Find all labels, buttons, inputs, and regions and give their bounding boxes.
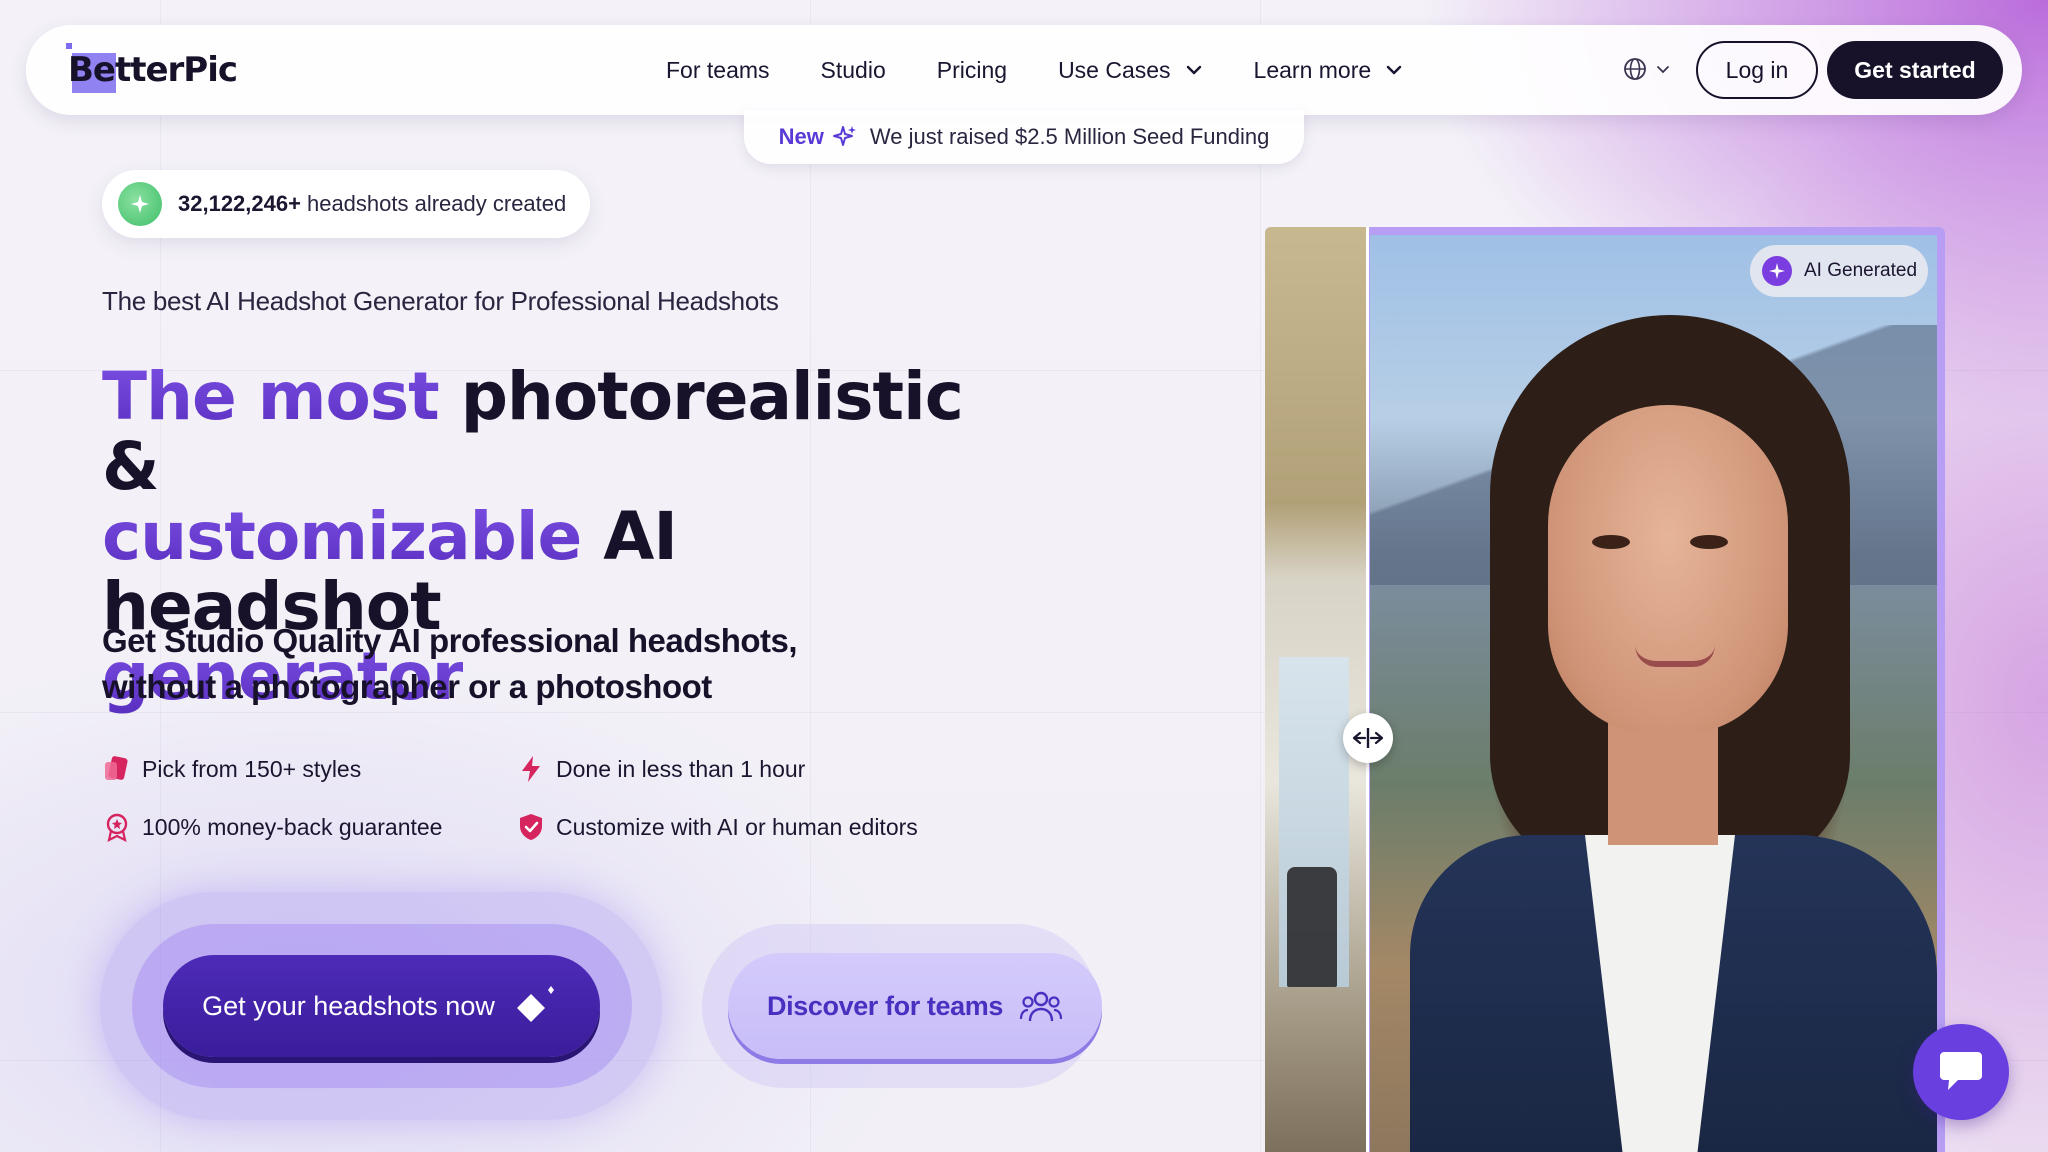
hero-lead-line-2: without a photographer or a photoshoot <box>102 668 712 705</box>
feature-label: Pick from 150+ styles <box>142 755 362 782</box>
hero-lead-line-1: Get Studio Quality AI professional heads… <box>102 622 798 659</box>
chevron-down-icon <box>1186 65 1201 75</box>
headline-accent-2: customizable <box>102 498 582 575</box>
nav-link-use-cases[interactable]: Use Cases <box>1058 57 1202 84</box>
discover-teams-button[interactable]: Discover for teams <box>728 953 1102 1059</box>
office-chair <box>1287 867 1337 987</box>
lightning-icon <box>516 754 546 784</box>
feature-item: 100% money-back guarantee <box>102 812 442 842</box>
before-photo <box>1265 227 1368 1152</box>
mouth-shape <box>1635 645 1715 667</box>
feature-item: Done in less than 1 hour <box>516 754 805 784</box>
comparison-divider[interactable] <box>1366 227 1369 1152</box>
eye-shape <box>1592 535 1630 549</box>
get-headshots-button[interactable]: Get your headshots now <box>163 955 600 1057</box>
language-selector[interactable] <box>1623 57 1671 81</box>
logo[interactable]: BetterPic <box>58 41 238 99</box>
feature-label: 100% money-back guarantee <box>142 813 443 840</box>
styles-icon <box>102 754 132 784</box>
get-headshots-label: Get your headshots now <box>202 990 495 1021</box>
ai-generated-label: AI Generated <box>1804 260 1918 281</box>
sparkle-icon <box>1762 256 1792 286</box>
nav-link-studio[interactable]: Studio <box>821 57 886 84</box>
headline-accent-1: The most <box>102 358 440 435</box>
feature-item: Customize with AI or human editors <box>516 812 918 842</box>
award-icon <box>102 812 132 842</box>
top-navbar: BetterPic For teams Studio Pricing Use C… <box>26 25 2022 115</box>
face-shape <box>1548 405 1788 735</box>
login-button[interactable]: Log in <box>1696 41 1818 99</box>
nav-link-learn-more[interactable]: Learn more <box>1254 57 1404 84</box>
chat-bubble-icon <box>1940 1052 1982 1090</box>
get-started-button[interactable]: Get started <box>1827 41 2003 99</box>
headshot-counter: 32,122,246+ headshots already created <box>102 170 590 238</box>
logo-text: BetterPic <box>68 50 238 90</box>
feature-label: Done in less than 1 hour <box>556 755 806 782</box>
comparison-slider-handle[interactable] <box>1343 713 1393 763</box>
feature-label: Customize with AI or human editors <box>556 813 918 840</box>
nav-link-learn-more-label: Learn more <box>1253 56 1372 83</box>
headshot-count: 32,122,246+ <box>178 191 301 216</box>
chevron-down-icon <box>1386 65 1402 75</box>
eye-shape <box>1690 535 1728 549</box>
feature-item: Pick from 150+ styles <box>102 754 361 784</box>
chat-widget-button[interactable] <box>1913 1024 2009 1120</box>
drag-arrows-icon <box>1352 728 1384 748</box>
team-icon <box>1019 991 1063 1022</box>
ai-generated-photo <box>1370 235 1937 1152</box>
hero-subtitle: The best AI Headshot Generator for Profe… <box>102 286 779 316</box>
nav-link-for-teams[interactable]: For teams <box>666 57 770 84</box>
announcement-tag: New <box>778 124 824 149</box>
sparkle-badge-icon <box>118 182 162 226</box>
globe-icon <box>1624 58 1646 80</box>
announcement-banner[interactable]: New We just raised $2.5 Million Seed Fun… <box>744 110 1304 164</box>
headshot-count-label: headshots already created <box>306 191 567 216</box>
nav-links: For teams Studio Pricing Use Cases Learn… <box>666 25 1454 115</box>
announcement-message: We just raised $2.5 Million Seed Funding <box>869 124 1270 149</box>
hero-lead: Get Studio Quality AI professional heads… <box>102 618 802 710</box>
sparkle-icon <box>832 126 856 146</box>
nav-link-pricing[interactable]: Pricing <box>937 57 1007 84</box>
chevron-down-icon <box>1657 66 1669 74</box>
ai-generated-badge: AI Generated <box>1750 245 1928 297</box>
diamond-sparkle-icon <box>516 986 554 1022</box>
shield-check-icon <box>516 812 546 842</box>
discover-teams-label: Discover for teams <box>767 990 1003 1021</box>
logo-dot <box>66 43 72 49</box>
nav-link-use-cases-label: Use Cases <box>1058 56 1171 83</box>
